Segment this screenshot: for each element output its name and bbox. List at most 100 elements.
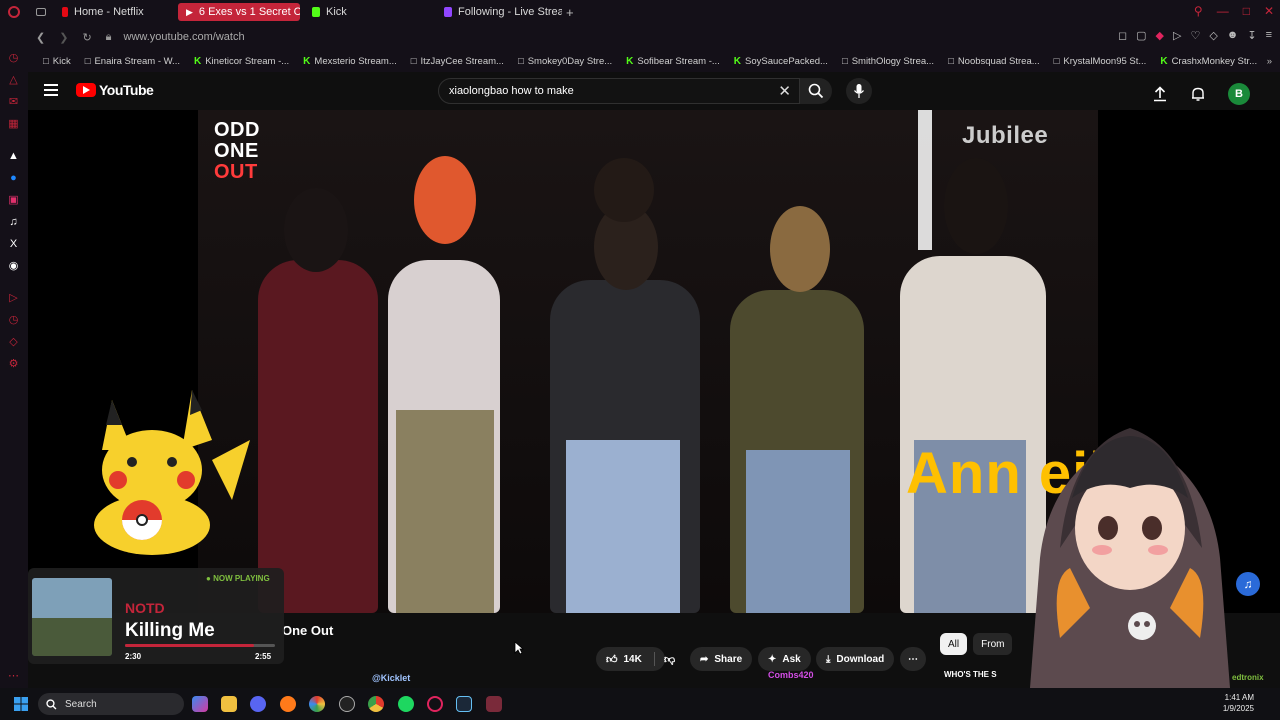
dislike-button[interactable]: 👎︎ (654, 647, 685, 671)
tab-youtube[interactable]: ▶ 6 Exes vs 1 Secret Co (178, 3, 300, 21)
spotify-icon[interactable] (398, 696, 414, 712)
camera-icon[interactable]: ◻ (1118, 29, 1127, 42)
taskbar-search[interactable]: Search (38, 693, 184, 715)
more-bookmarks-icon[interactable]: » (1267, 56, 1272, 67)
settings-icon[interactable]: ⚙ (7, 358, 20, 371)
windows-start-icon[interactable] (14, 697, 28, 711)
tab-label: Following - Live Streams (458, 6, 562, 18)
search-button[interactable] (800, 78, 832, 104)
ask-button[interactable]: ✦ Ask (758, 647, 811, 671)
kick-icon: K (626, 55, 634, 67)
messenger-icon[interactable]: ● (7, 172, 20, 185)
instagram-icon[interactable]: ▣ (7, 194, 20, 207)
snapshot-icon[interactable]: ▢ (1136, 29, 1146, 42)
x-icon[interactable]: X (7, 238, 20, 251)
more-actions-button[interactable]: ⋯ (900, 647, 926, 671)
bookmark-smithology[interactable]: □ SmithOlogy Strea... (835, 56, 941, 67)
download-button[interactable]: ⤓ Download (816, 647, 895, 671)
bookmark-mexsterio[interactable]: K Mexsterio Stream... (296, 56, 404, 67)
now-playing-badge: ● NOW PLAYING (206, 574, 270, 583)
profile-icon[interactable]: ☻ (1227, 29, 1239, 42)
steam-icon[interactable] (456, 696, 472, 712)
whos-overlay: WHO'S THE S (944, 670, 997, 679)
discord-notify-icon[interactable]: ♫ (1236, 572, 1260, 596)
extensions-icon[interactable]: ◇ (1209, 29, 1217, 42)
clear-search-icon[interactable]: ✕ (778, 82, 791, 100)
extensions-icon[interactable]: ◇ (7, 336, 20, 349)
share-button[interactable]: ➦ Share (690, 647, 753, 671)
tab-kick[interactable]: Kick (304, 3, 432, 21)
hamburger-menu-icon[interactable] (44, 84, 58, 96)
bookmark-itzjaycee[interactable]: □ ItzJayCee Stream... (404, 56, 511, 67)
voice-search-button[interactable] (846, 78, 872, 104)
tab-overview-icon[interactable] (36, 8, 46, 16)
search-tabs-icon[interactable]: ⚲ (1194, 4, 1203, 18)
chatgpt-icon[interactable]: ▲ (7, 150, 20, 163)
close-button[interactable]: ✕ (1264, 4, 1274, 18)
bookmark-krystalmoon[interactable]: □ KrystalMoon95 St... (1047, 56, 1154, 67)
header-actions: B (1152, 83, 1250, 105)
history-icon[interactable]: ◷ (7, 314, 20, 327)
bookmark-kineticor[interactable]: K Kineticor Stream -... (187, 56, 296, 67)
back-icon[interactable]: ❮ (36, 31, 45, 44)
system-clock[interactable]: 1:41 AM 1/9/2025 (1223, 692, 1254, 714)
copilot-icon[interactable] (192, 696, 208, 712)
tab-netflix[interactable]: Home - Netflix (54, 3, 174, 21)
chip-all[interactable]: All (940, 633, 968, 655)
mute-icon[interactable]: ▶ (186, 7, 193, 18)
bookmark-soysauce[interactable]: K SoySaucePacked... (727, 56, 835, 67)
file-explorer-icon[interactable] (221, 696, 237, 712)
shield-icon[interactable]: ◆ (1156, 29, 1164, 42)
search-input[interactable]: xiaolongbao how to make ✕ (438, 78, 800, 104)
upload-icon[interactable] (1152, 86, 1168, 102)
chrome-icon[interactable] (368, 696, 384, 712)
avatar[interactable]: B (1228, 83, 1250, 105)
play-icon[interactable]: ▷ (1173, 29, 1181, 42)
game-app-icon[interactable] (486, 696, 502, 712)
bookmark-kick[interactable]: □ Kick (36, 56, 78, 67)
tab-following[interactable]: Following - Live Streams (436, 3, 562, 21)
bookmark-smokey[interactable]: □ Smokey0Day Stre... (511, 56, 619, 67)
new-tab-button[interactable]: + (566, 5, 574, 20)
speed-dial-icon[interactable]: ◷ (7, 52, 20, 65)
bookmark-crashxmonkey[interactable]: K CrashxMonkey Str... (1153, 56, 1264, 67)
vtuber-avatar (1030, 428, 1230, 688)
bookmark-sofibear[interactable]: K Sofibear Stream -... (619, 56, 727, 67)
search-value: xiaolongbao how to make (449, 85, 574, 97)
tiktok-icon[interactable]: ♫ (7, 216, 20, 229)
obs-icon[interactable] (339, 696, 355, 712)
aria-icon[interactable]: △ (7, 74, 20, 87)
pinboard-icon[interactable]: ▦ (7, 118, 20, 131)
person-head (770, 206, 830, 292)
discord-icon[interactable] (250, 696, 266, 712)
opera-logo-icon[interactable] (8, 6, 20, 18)
bookmark-enaira[interactable]: □ Enaira Stream - W... (78, 56, 187, 67)
video-frame (198, 110, 1098, 613)
download-icon[interactable]: ↧ (1247, 29, 1256, 42)
minimize-button[interactable]: — (1217, 4, 1229, 18)
bookmark-noobsquad[interactable]: □ Noobsquad Strea... (941, 56, 1047, 67)
page-icon: □ (410, 55, 417, 67)
discord-icon[interactable]: ◉ (7, 260, 20, 273)
player-icon[interactable]: ▷ (7, 292, 20, 305)
kicklet-overlay: @Kicklet (372, 673, 411, 683)
page-icon: □ (948, 55, 954, 67)
youtube-logo[interactable]: YouTube (76, 82, 154, 98)
maximize-button[interactable]: □ (1243, 4, 1250, 18)
now-playing-widget: ● NOW PLAYING NOTD Killing Me 2:30 2:55 (28, 568, 284, 664)
bell-icon[interactable] (1190, 86, 1206, 102)
mail-icon[interactable]: ✉ (7, 96, 20, 109)
heart-icon[interactable]: ♡ (1190, 29, 1200, 42)
firefox-icon[interactable] (280, 696, 296, 712)
colorful-app-icon[interactable] (309, 696, 325, 712)
opera-gx-icon[interactable] (427, 696, 443, 712)
reload-icon[interactable]: ↻ (82, 31, 91, 44)
chip-from[interactable]: From (973, 633, 1013, 655)
url-field[interactable]: www.youtube.com/watch (124, 31, 245, 43)
menu-icon[interactable]: ≡ (1266, 29, 1272, 42)
kick-icon: K (303, 55, 311, 67)
bookmark-label: Enaira Stream - W... (94, 55, 180, 67)
forward-icon[interactable]: ❯ (59, 31, 68, 44)
page-icon: □ (517, 55, 524, 67)
more-icon[interactable]: ⋯ (7, 670, 20, 683)
